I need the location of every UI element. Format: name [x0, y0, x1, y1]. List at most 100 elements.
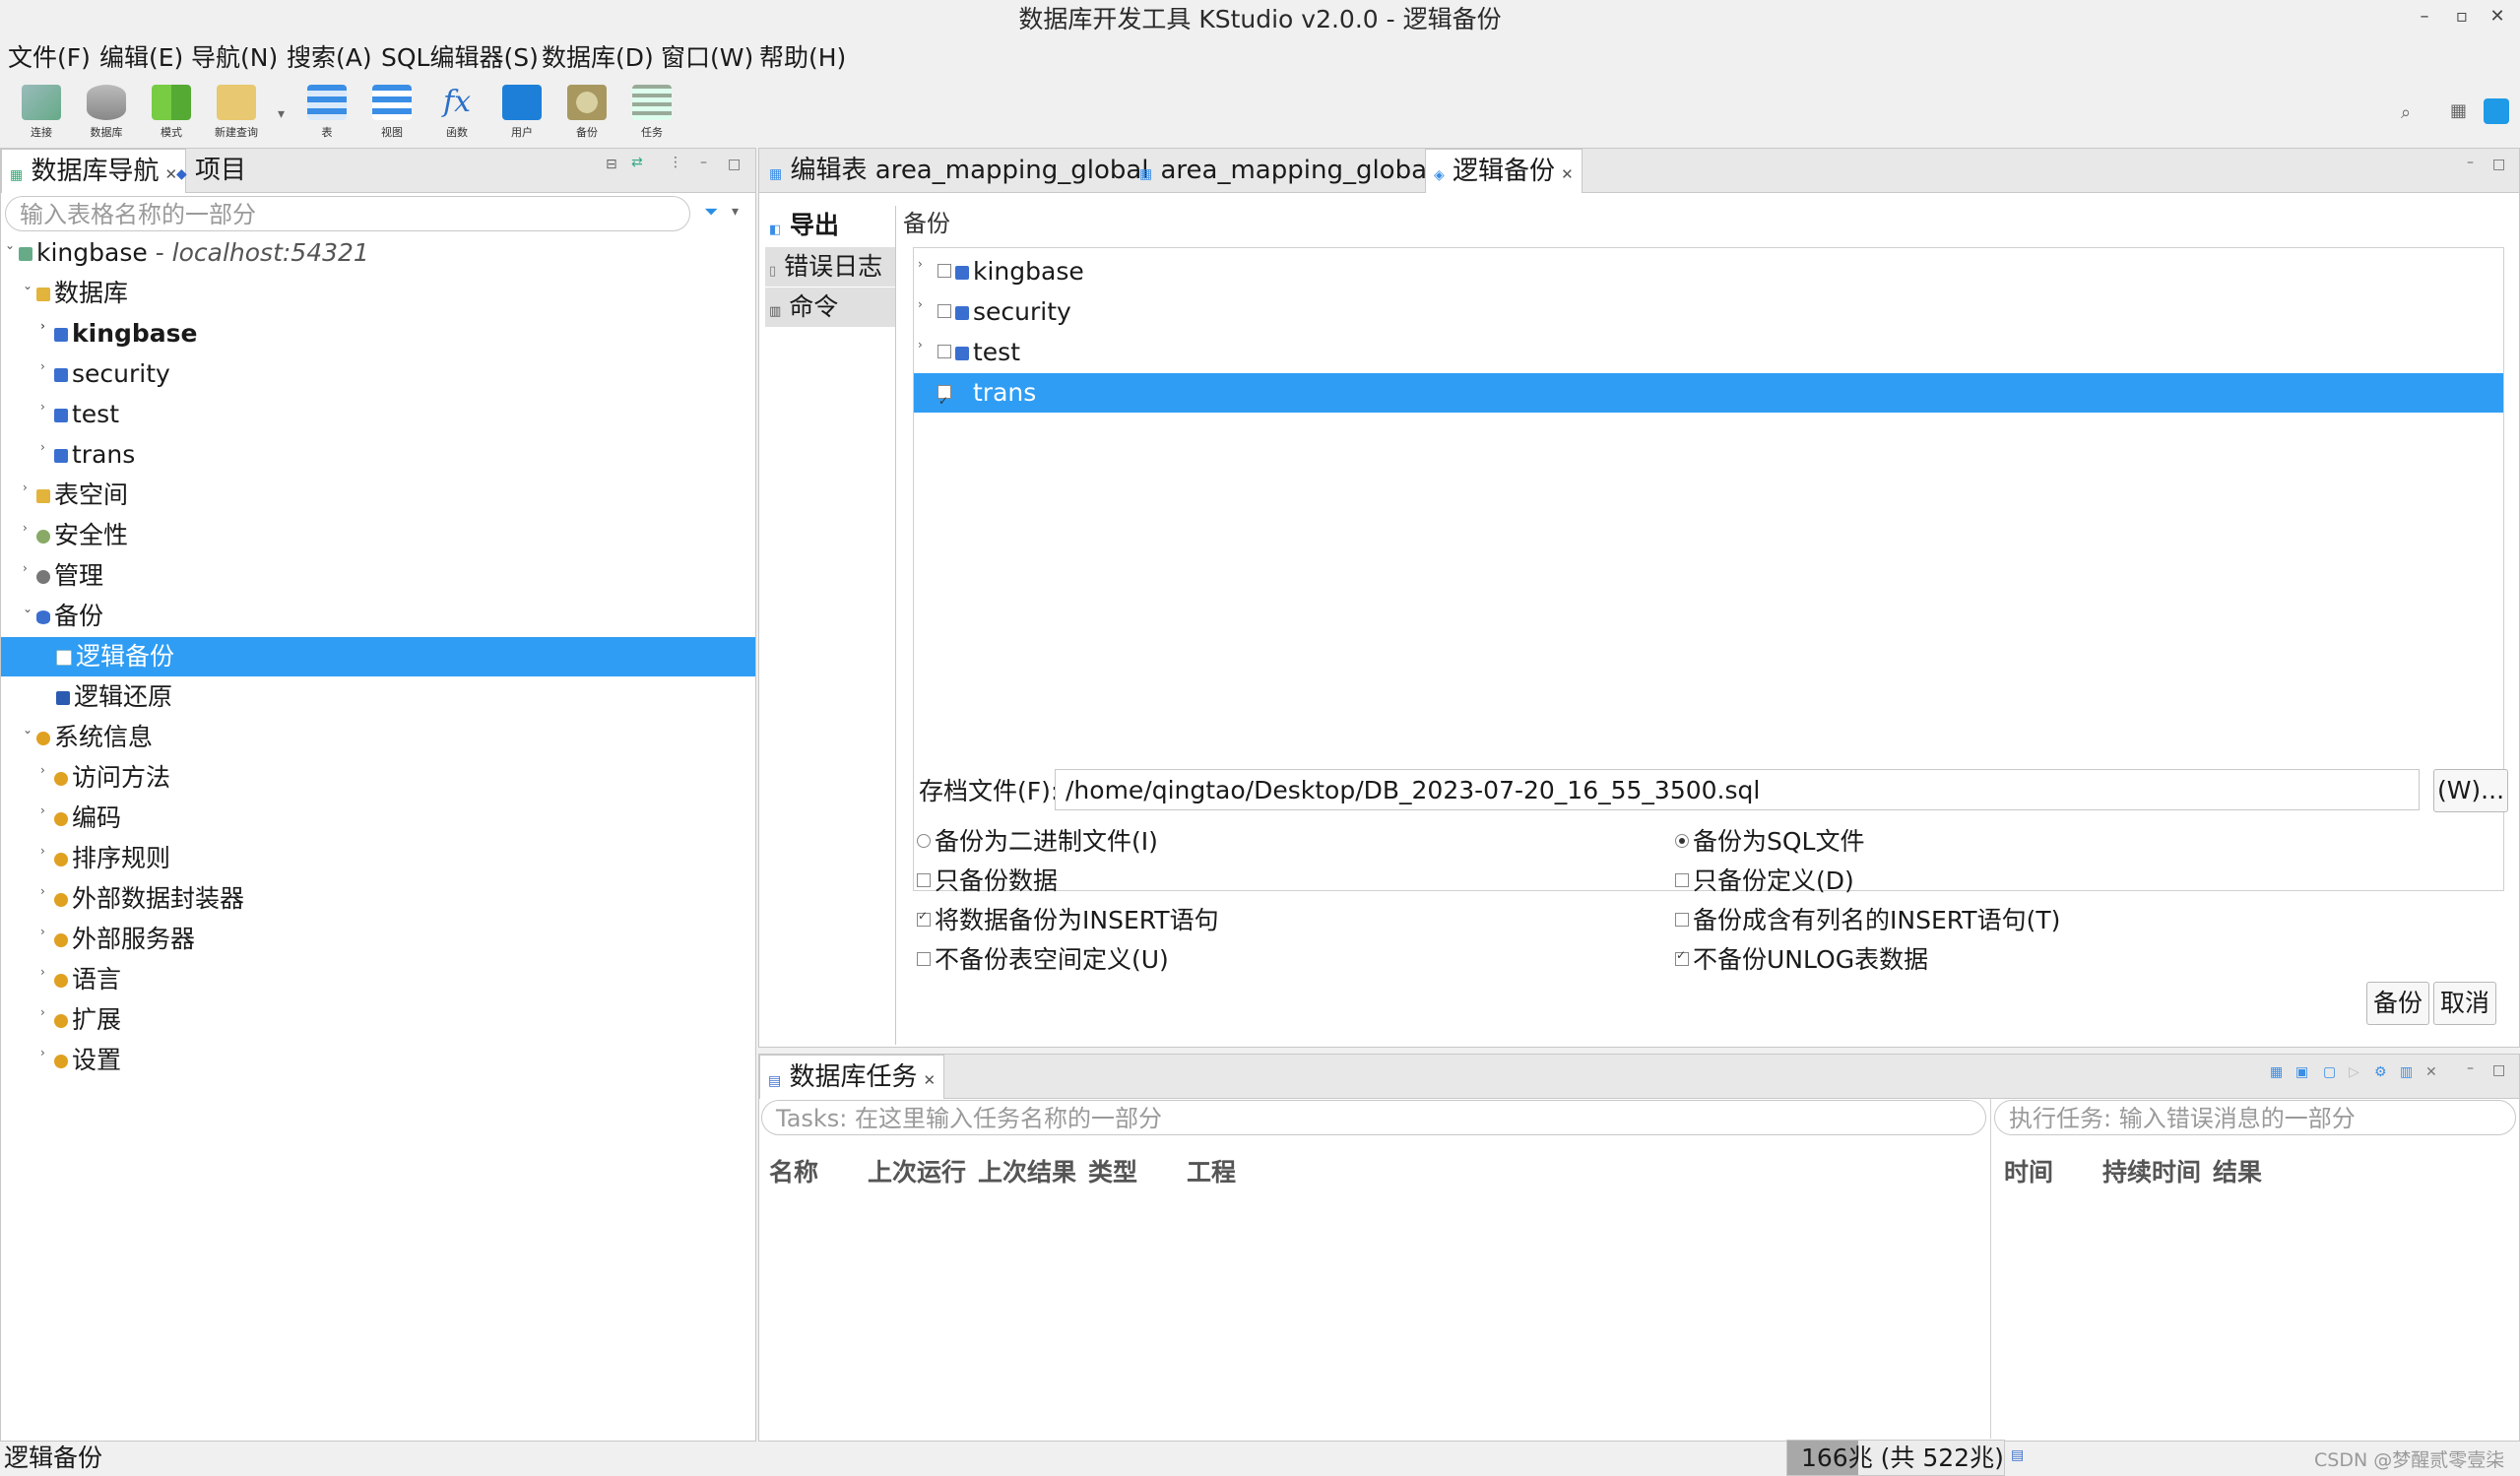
- task-button[interactable]: 任务: [620, 85, 683, 140]
- radio[interactable]: [1675, 834, 1689, 848]
- menu-search[interactable]: 搜索(A): [287, 39, 372, 77]
- column-last-result[interactable]: 上次结果: [978, 1153, 1076, 1188]
- checkbox[interactable]: [937, 381, 951, 420]
- tree-tablespaces[interactable]: › 表空间: [23, 476, 128, 515]
- view-button[interactable]: 视图: [360, 85, 423, 140]
- chevron-down-icon[interactable]: ▾: [278, 106, 285, 122]
- menu-file[interactable]: 文件(F): [8, 39, 91, 77]
- radio[interactable]: [917, 834, 931, 848]
- tree-extensions[interactable]: › 扩展: [40, 1000, 121, 1040]
- side-tab-error-log[interactable]: ▯ 错误日志: [765, 247, 895, 287]
- column-time[interactable]: 时间: [2004, 1153, 2053, 1188]
- pane-divider[interactable]: [1990, 1098, 1991, 1439]
- kstudio-perspective-icon[interactable]: [2484, 98, 2509, 124]
- menu-navigate[interactable]: 导航(N): [191, 39, 278, 77]
- delete-icon[interactable]: ✕: [2425, 1064, 2437, 1080]
- tree-languages[interactable]: › 语言: [40, 960, 121, 999]
- run-task-icon[interactable]: ▷: [2349, 1064, 2359, 1080]
- menu-database[interactable]: 数据库(D): [542, 39, 654, 77]
- minimize-icon[interactable]: –: [2467, 155, 2474, 170]
- option-sql-file[interactable]: 备份为SQL文件: [1675, 822, 1864, 858]
- minimize-icon[interactable]: –: [700, 155, 707, 170]
- checkbox[interactable]: [937, 345, 951, 358]
- tab-database-tasks[interactable]: ▤ 数据库任务 ✕: [759, 1055, 945, 1099]
- backup-submit-button[interactable]: 备份: [2366, 982, 2429, 1025]
- tasks-filter-input[interactable]: Tasks: 在这里输入任务名称的一部分: [761, 1100, 1986, 1135]
- configure-icon[interactable]: ⚙: [2374, 1064, 2387, 1080]
- checkbox[interactable]: [1675, 948, 1689, 966]
- checkbox[interactable]: [1675, 873, 1689, 887]
- column-duration[interactable]: 持续时间: [2102, 1153, 2201, 1188]
- tree-backup[interactable]: ⌄ 备份: [23, 597, 103, 636]
- menu-help[interactable]: 帮助(H): [759, 39, 846, 77]
- option-no-tablespaces[interactable]: 不备份表空间定义(U): [917, 940, 1169, 976]
- tree-collations[interactable]: › 排序规则: [40, 839, 170, 878]
- edit-task-icon[interactable]: ▢: [2323, 1064, 2336, 1080]
- checkbox[interactable]: [917, 873, 931, 887]
- menu-sql-editor[interactable]: SQL编辑器(S): [381, 39, 539, 77]
- checkbox[interactable]: [937, 264, 951, 278]
- minimize-icon[interactable]: –: [2467, 1060, 2474, 1076]
- new-query-button[interactable]: 新建查询: [205, 85, 268, 140]
- tab-database-navigator[interactable]: ▦ 数据库导航 ✕: [1, 149, 187, 193]
- checklist-item-test[interactable]: › test: [918, 333, 1020, 372]
- garbage-collect-icon[interactable]: ▤: [2011, 1447, 2024, 1463]
- maximize-icon[interactable]: □: [2492, 1062, 2505, 1078]
- browse-button[interactable]: (W)...: [2433, 769, 2508, 812]
- tab-edit-table[interactable]: ▦ 编辑表 area_mapping_global: [763, 149, 1155, 192]
- option-schema-only[interactable]: 只备份定义(D): [1675, 862, 1854, 897]
- option-column-inserts[interactable]: 备份成含有列名的INSERT语句(T): [1675, 901, 2060, 936]
- tree-logical-restore[interactable]: 逻辑还原: [40, 677, 172, 717]
- cancel-button[interactable]: 取消: [2433, 982, 2496, 1025]
- tree-settings[interactable]: › 设置: [40, 1041, 121, 1080]
- tree-db-test[interactable]: › test: [40, 395, 119, 434]
- tab-logical-backup[interactable]: ◈ 逻辑备份 ✕: [1425, 149, 1583, 193]
- view-menu-icon[interactable]: ⋮: [669, 155, 682, 170]
- side-tab-export[interactable]: ◧ 导出: [765, 206, 895, 245]
- option-data-only[interactable]: 只备份数据: [917, 862, 1058, 897]
- link-editor-icon[interactable]: ⇄: [631, 155, 643, 170]
- tree-access-methods[interactable]: › 访问方法: [40, 758, 170, 798]
- menu-edit[interactable]: 编辑(E): [99, 39, 183, 77]
- side-tab-command[interactable]: ▥ 命令: [765, 288, 895, 327]
- column-name[interactable]: 名称: [769, 1153, 818, 1188]
- maximize-icon[interactable]: □: [728, 157, 741, 172]
- connect-button[interactable]: 连接: [10, 85, 73, 140]
- close-icon[interactable]: ✕: [2484, 6, 2511, 27]
- option-no-unlogged[interactable]: 不备份UNLOG表数据: [1675, 940, 1928, 976]
- checklist-item-trans[interactable]: trans: [914, 373, 2503, 420]
- checkbox[interactable]: [917, 952, 931, 966]
- filter-icon[interactable]: ⏷: [704, 202, 718, 223]
- checklist-item-security[interactable]: › security: [918, 292, 1071, 332]
- function-button[interactable]: fx 函数: [425, 85, 488, 140]
- close-icon[interactable]: ✕: [924, 1071, 937, 1089]
- tab-area-mapping[interactable]: ▦ area_mapping_global: [1133, 149, 1440, 192]
- backup-button[interactable]: 备份: [555, 85, 618, 140]
- table-button[interactable]: 表: [295, 85, 358, 140]
- tree-logical-backup[interactable]: 逻辑备份: [1, 637, 755, 676]
- schema-button[interactable]: 模式: [140, 85, 203, 140]
- column-last-run[interactable]: 上次运行: [868, 1153, 966, 1188]
- tree-db-trans[interactable]: › trans: [40, 435, 135, 475]
- create-task-icon[interactable]: ▦: [2270, 1064, 2283, 1080]
- tree-admin[interactable]: › 管理: [23, 556, 103, 596]
- option-binary[interactable]: 备份为二进制文件(I): [917, 822, 1158, 858]
- perspective-icon[interactable]: ▦: [2450, 100, 2467, 121]
- minimize-icon[interactable]: –: [2411, 6, 2438, 27]
- calendar-icon[interactable]: ▥: [2400, 1064, 2413, 1080]
- column-type[interactable]: 类型: [1088, 1153, 1137, 1188]
- task-group-icon[interactable]: ▣: [2295, 1064, 2308, 1080]
- tree-foreign-servers[interactable]: › 外部服务器: [40, 920, 195, 959]
- tree-encodings[interactable]: › 编码: [40, 799, 121, 838]
- maximize-icon[interactable]: □: [2492, 157, 2505, 172]
- tab-project[interactable]: ◆ 项目: [170, 149, 252, 192]
- tree-fdw[interactable]: › 外部数据封装器: [40, 879, 244, 919]
- tree-databases[interactable]: ⌄ 数据库: [23, 274, 128, 313]
- tree-connection-kingbase[interactable]: ⌄ kingbase - localhost:54321: [5, 233, 369, 273]
- menu-window[interactable]: 窗口(W): [661, 39, 753, 77]
- user-button[interactable]: 用户: [490, 85, 553, 140]
- database-button[interactable]: 数据库: [75, 85, 138, 140]
- tree-db-kingbase[interactable]: › kingbase: [40, 314, 198, 353]
- heap-status[interactable]: 166兆 (共 522兆): [1786, 1440, 2005, 1476]
- tree-security[interactable]: › 安全性: [23, 516, 128, 555]
